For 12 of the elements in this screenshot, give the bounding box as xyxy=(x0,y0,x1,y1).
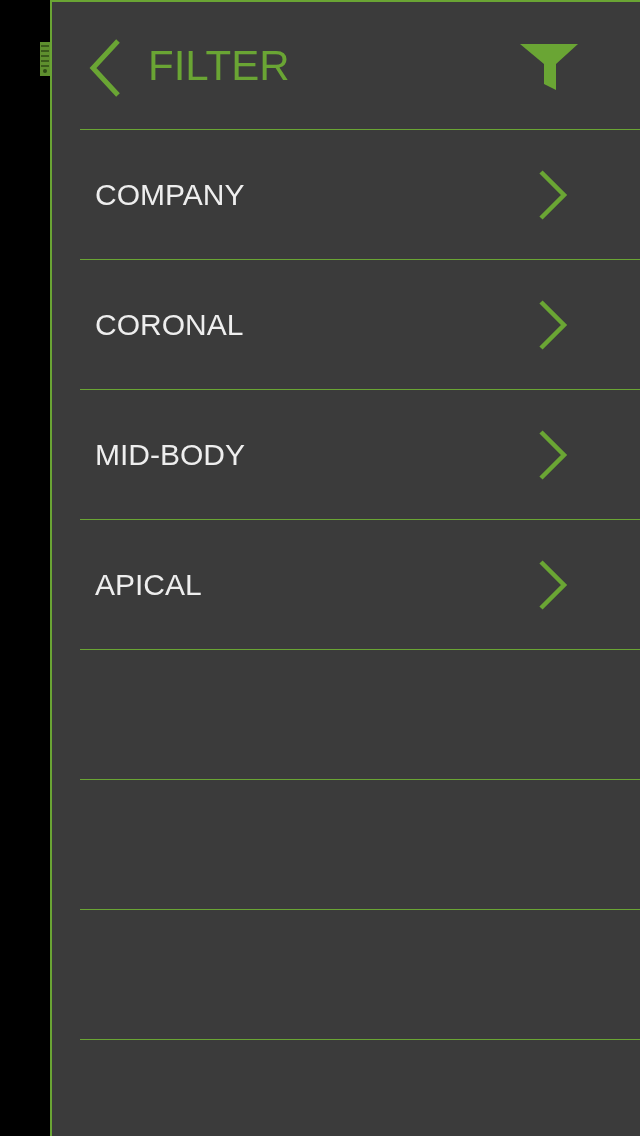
chevron-right-icon xyxy=(538,558,568,611)
filter-icon[interactable] xyxy=(520,43,578,90)
back-button[interactable] xyxy=(88,37,122,98)
chevron-right-icon xyxy=(538,168,568,221)
chevron-right-icon xyxy=(538,428,568,481)
implant-icon xyxy=(40,42,50,76)
chevron-right-icon xyxy=(538,298,568,351)
filter-item[interactable]: CORONAL xyxy=(80,259,640,389)
filter-item[interactable]: APICAL xyxy=(80,519,640,649)
filter-item[interactable]: MID-BODY xyxy=(80,389,640,519)
filter-title: FILTER xyxy=(148,41,290,90)
filter-item[interactable]: COMPANY xyxy=(80,129,640,259)
